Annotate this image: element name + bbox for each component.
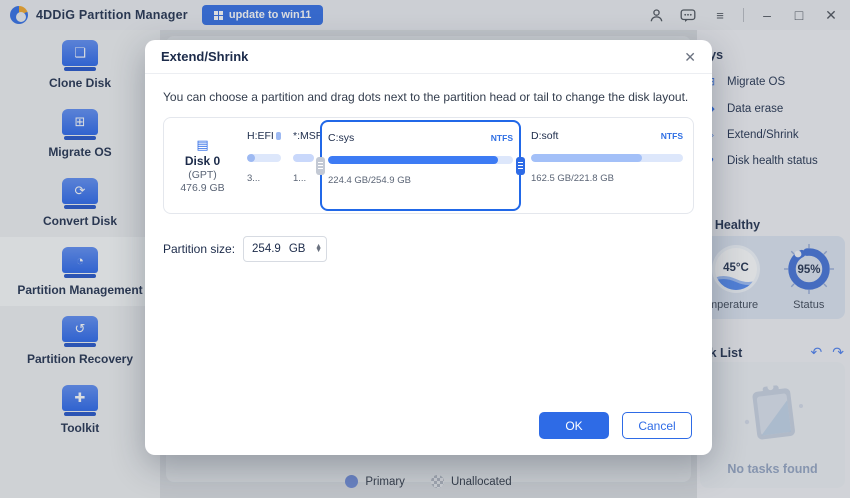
ok-button[interactable]: OK: [539, 412, 609, 439]
partition-size-value: 254.9: [252, 243, 281, 255]
resize-handle-right[interactable]: [516, 157, 525, 175]
partition-size-text: 3...: [247, 173, 281, 184]
partition-d-soft[interactable]: D:soft NTFS 162.5 GB/221.8 GB: [521, 118, 693, 213]
disk-type: (GPT): [188, 169, 217, 181]
efi-badge-icon: [276, 132, 281, 140]
size-stepper[interactable]: ▲ ▼: [315, 245, 322, 254]
partition-bar: [293, 154, 314, 162]
partition-name: H:EFI: [247, 130, 274, 142]
partition-name: *:MSR: [293, 130, 323, 142]
disk-info: ▤ Disk 0 (GPT) 476.9 GB: [164, 118, 241, 213]
resize-handle-left[interactable]: [316, 157, 325, 175]
partition-size-row: Partition size: 254.9 GB ▲ ▼: [163, 236, 712, 262]
partition-name: D:soft: [531, 130, 558, 142]
partition-size-text: 224.4 GB/254.9 GB: [328, 175, 513, 186]
disk-name: Disk 0: [185, 154, 220, 168]
partition-size-text: 162.5 GB/221.8 GB: [531, 173, 683, 184]
partition-size-unit: GB: [289, 243, 306, 255]
filesystem-badge: NTFS: [661, 131, 683, 141]
partition-size-input[interactable]: 254.9 GB ▲ ▼: [243, 236, 327, 262]
disk-icon: ▤: [196, 138, 208, 151]
partition-bar: [328, 156, 513, 164]
partition-bar: [247, 154, 281, 162]
cancel-button[interactable]: Cancel: [622, 412, 692, 439]
partition-size-text: 1...: [293, 173, 314, 184]
dialog-header: Extend/Shrink ✕: [145, 40, 712, 74]
dialog-instruction: You can choose a partition and drag dots…: [163, 90, 694, 104]
extend-shrink-dialog: Extend/Shrink ✕ You can choose a partiti…: [145, 40, 712, 455]
disk-size: 476.9 GB: [180, 182, 224, 194]
app-window: 4DDiG Partition Manager update to win11 …: [0, 0, 850, 498]
partition-c-sys-selected[interactable]: C:sys NTFS 224.4 GB/254.9 GB: [320, 120, 521, 211]
partition-efi[interactable]: H:EFI 3...: [241, 118, 287, 213]
partition-bar: [531, 154, 683, 162]
dialog-close-icon[interactable]: ✕: [684, 50, 696, 64]
filesystem-badge: NTFS: [491, 133, 513, 143]
partition-name: C:sys: [328, 132, 354, 144]
stepper-down-icon[interactable]: ▼: [315, 249, 322, 253]
disk-layout-panel: ▤ Disk 0 (GPT) 476.9 GB H:EFI 3... *:MSR…: [163, 117, 694, 214]
partition-size-label: Partition size:: [163, 242, 235, 256]
dialog-title: Extend/Shrink: [161, 49, 248, 64]
